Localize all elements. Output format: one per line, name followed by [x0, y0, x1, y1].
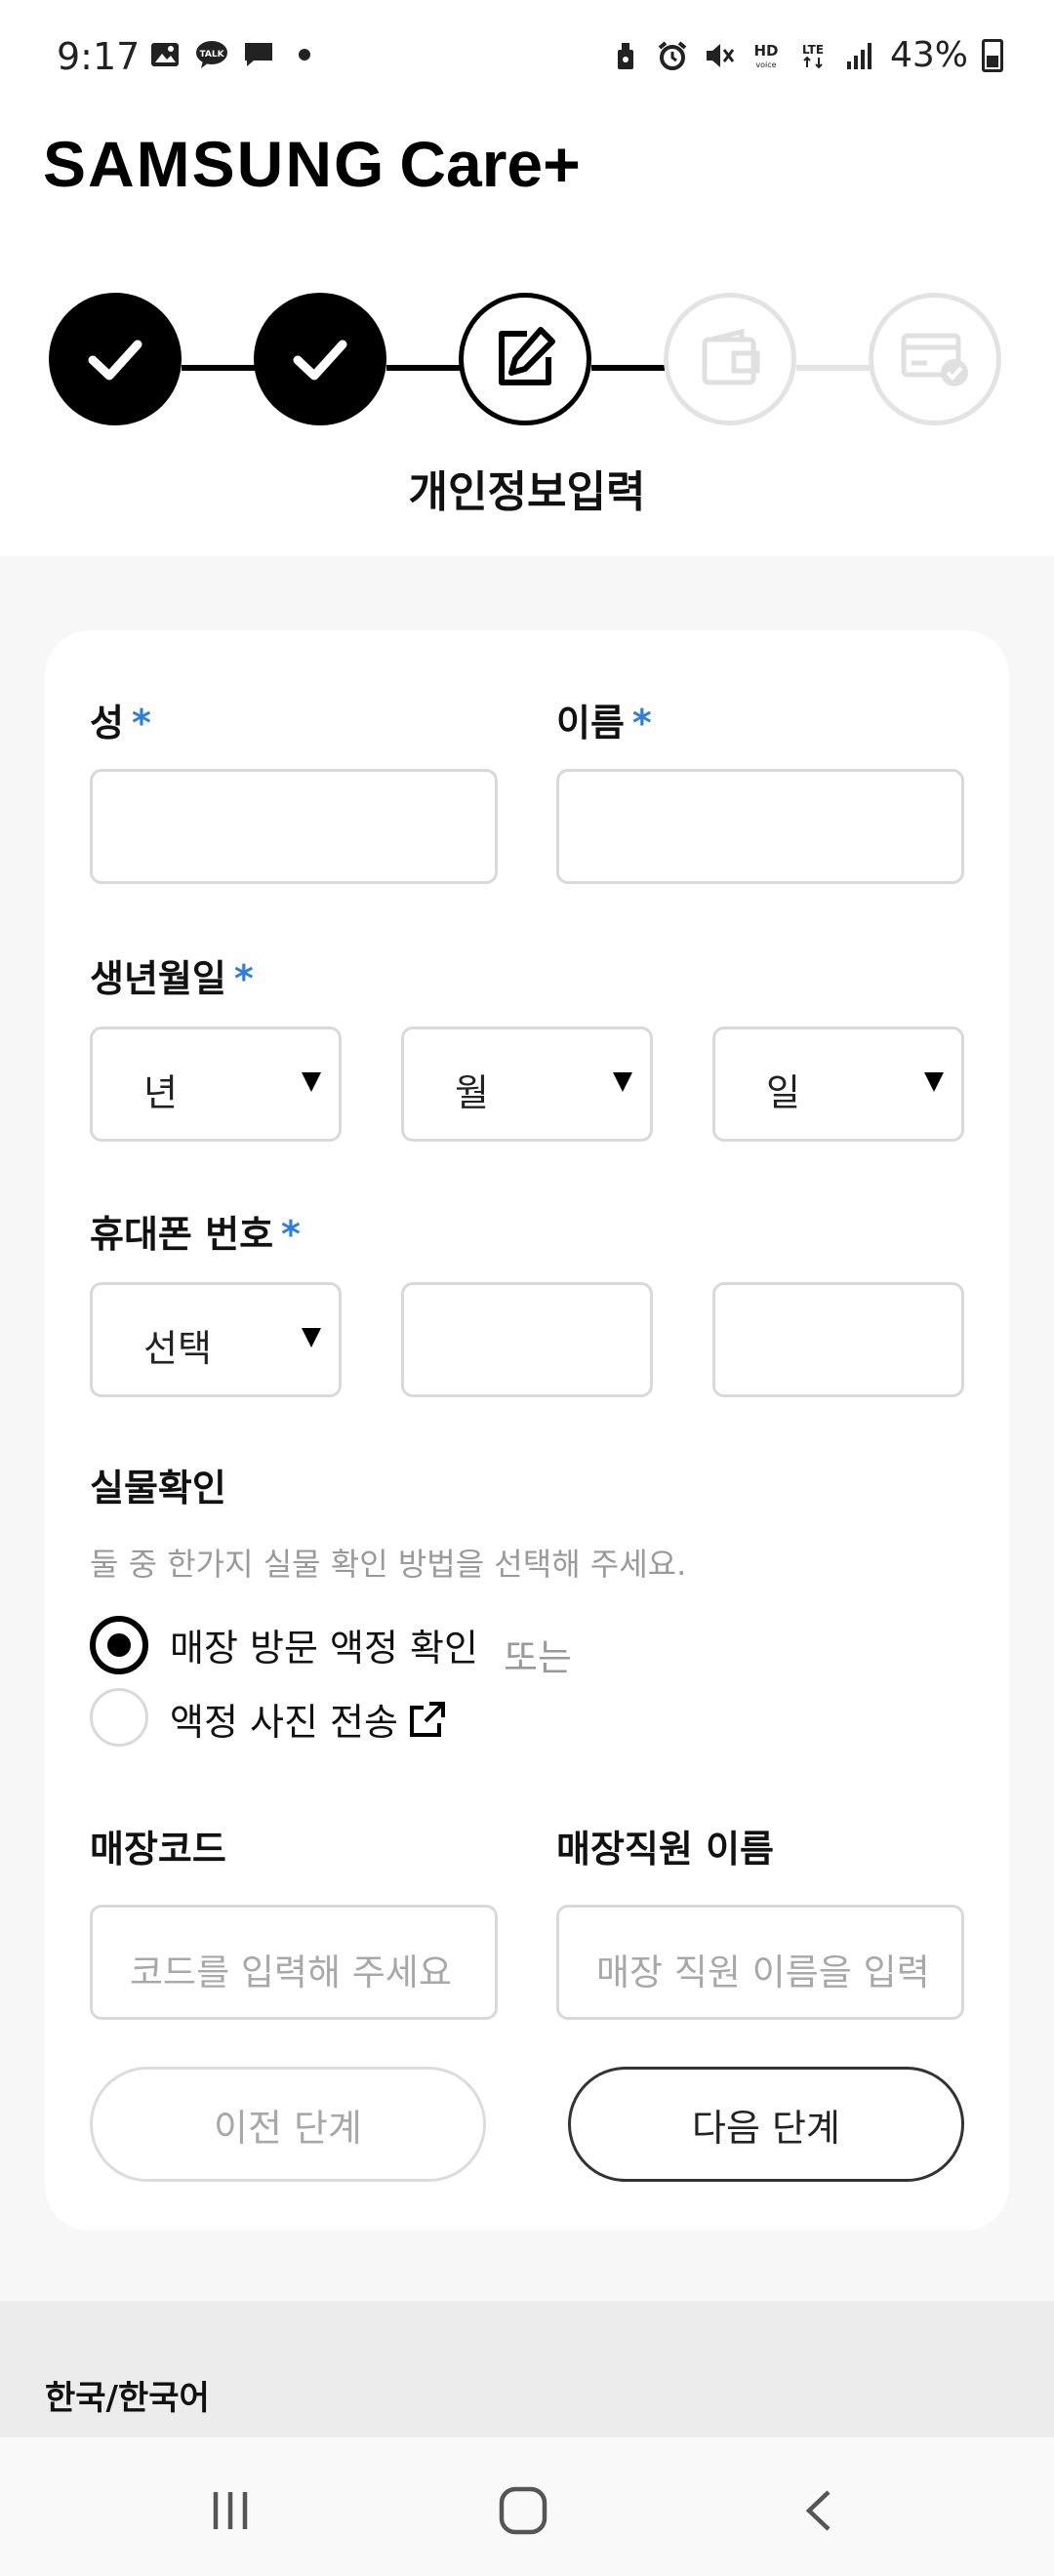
- birth-year-select[interactable]: 년: [90, 1026, 342, 1142]
- language-selector[interactable]: 한국/한국어: [45, 2371, 210, 2419]
- radio-store-visit[interactable]: [90, 1616, 148, 1674]
- status-time: 9:17: [57, 35, 141, 78]
- or-text: 또는: [504, 1636, 572, 1679]
- personal-info-form: 성 * 이름 * 생년월일 * 년 월 일 휴대폰 번호 * 선택 실물확인 둘 중 한…: [45, 630, 1009, 2231]
- mute-icon: [706, 43, 735, 67]
- svg-text:voice: voice: [755, 60, 776, 69]
- battery-percent: 43%: [889, 35, 968, 75]
- verification-helper: 둘 중 한가지 실물 확인 방법을 선택해 주세요.: [90, 1546, 687, 1583]
- home-button[interactable]: [484, 2476, 562, 2545]
- recent-apps-icon: [213, 2492, 248, 2529]
- caret-down-icon: [302, 1328, 321, 1348]
- card-check-icon: [901, 333, 968, 386]
- home-icon: [499, 2486, 547, 2535]
- birth-month-select[interactable]: 월: [401, 1026, 653, 1142]
- staff-name-label: 매장직원 이름: [556, 1828, 774, 1871]
- step-connector: [796, 365, 872, 371]
- svg-text:TALK: TALK: [199, 50, 224, 60]
- footer: 한국/한국어: [0, 2301, 1054, 2437]
- svg-text:LTE: LTE: [802, 43, 824, 57]
- last-name-input[interactable]: [90, 769, 498, 884]
- caret-down-icon: [302, 1072, 321, 1092]
- radio-photo-upload[interactable]: [90, 1688, 148, 1747]
- first-name-input[interactable]: [556, 769, 964, 884]
- dot-icon: [299, 49, 310, 60]
- next-step-button[interactable]: 다음 단계: [568, 2067, 964, 2182]
- step-1-completed: [49, 293, 182, 425]
- check-icon: [293, 340, 347, 381]
- staff-name-placeholder: 매장 직원 이름을 입력: [596, 1952, 930, 1993]
- step-5-future: [869, 293, 1001, 425]
- talk-icon: TALK: [196, 41, 227, 68]
- last-name-label: 성 *: [90, 702, 151, 745]
- required-mark: *: [233, 957, 254, 1000]
- external-link-icon[interactable]: [408, 1700, 447, 1739]
- samsung-care-logo[interactable]: SAMSUNG Care+: [43, 127, 581, 201]
- step-4-future: [664, 293, 796, 425]
- first-name-label: 이름 *: [556, 702, 652, 745]
- status-icons-left: TALK: [148, 39, 310, 70]
- store-code-input[interactable]: 코드를 입력해 주세요: [90, 1905, 498, 2020]
- birth-date-label: 생년월일 *: [90, 957, 254, 1000]
- step-connector: [182, 365, 258, 371]
- back-button[interactable]: [781, 2476, 859, 2545]
- step-2-completed: [254, 293, 386, 425]
- required-mark: *: [131, 702, 151, 745]
- caret-down-icon: [924, 1072, 944, 1092]
- system-nav-bar: [0, 2437, 1054, 2576]
- product-text: Care+: [399, 128, 581, 200]
- birth-day-select[interactable]: 일: [712, 1026, 964, 1142]
- step-3-current: [459, 293, 591, 425]
- lte-icon: LTE: [802, 43, 824, 68]
- required-mark: *: [631, 702, 652, 745]
- svg-text:HD: HD: [753, 42, 778, 60]
- phone-prefix-value: 선택: [143, 1327, 212, 1370]
- alarm-icon: [658, 40, 687, 70]
- hd-voice-icon: HDvoice: [753, 42, 778, 69]
- store-code-label: 매장코드: [90, 1828, 226, 1871]
- lock-icon: [617, 42, 633, 69]
- status-icons-right: HD voice LTE 43%: [609, 35, 1003, 75]
- phone-label: 휴대폰 번호 *: [90, 1213, 301, 1256]
- back-icon: [805, 2490, 831, 2531]
- edit-icon: [499, 327, 555, 385]
- step-connector: [386, 365, 463, 371]
- required-mark: *: [281, 1213, 301, 1256]
- birth-day-value: 일: [766, 1071, 800, 1114]
- step-connector: [591, 365, 668, 371]
- step-title: 개인정보입력: [408, 467, 646, 517]
- store-code-placeholder: 코드를 입력해 주세요: [130, 1952, 452, 1993]
- phone-middle-input[interactable]: [401, 1282, 653, 1397]
- image-icon: [151, 43, 179, 66]
- wallet-icon: [702, 328, 760, 385]
- battery-icon: [982, 38, 1003, 72]
- recent-apps-button[interactable]: [191, 2476, 269, 2545]
- caret-down-icon: [613, 1072, 632, 1092]
- birth-year-value: 년: [143, 1071, 178, 1114]
- status-bar: 9:17 TALK HD voice LTE 43%: [0, 0, 1054, 117]
- prev-step-button[interactable]: 이전 단계: [90, 2067, 486, 2182]
- message-icon: [245, 43, 272, 66]
- check-icon: [88, 340, 142, 381]
- brand-text: SAMSUNG: [43, 128, 386, 200]
- verification-label: 실물확인: [90, 1467, 226, 1509]
- signal-icon: [846, 42, 872, 69]
- store-visit-label[interactable]: 매장 방문 액정 확인: [170, 1618, 478, 1671]
- staff-name-input[interactable]: 매장 직원 이름을 입력: [556, 1905, 964, 2020]
- birth-month-value: 월: [455, 1071, 489, 1114]
- phone-prefix-select[interactable]: 선택: [90, 1282, 342, 1397]
- phone-last-input[interactable]: [712, 1282, 964, 1397]
- photo-upload-label[interactable]: 액정 사진 전송: [170, 1692, 447, 1746]
